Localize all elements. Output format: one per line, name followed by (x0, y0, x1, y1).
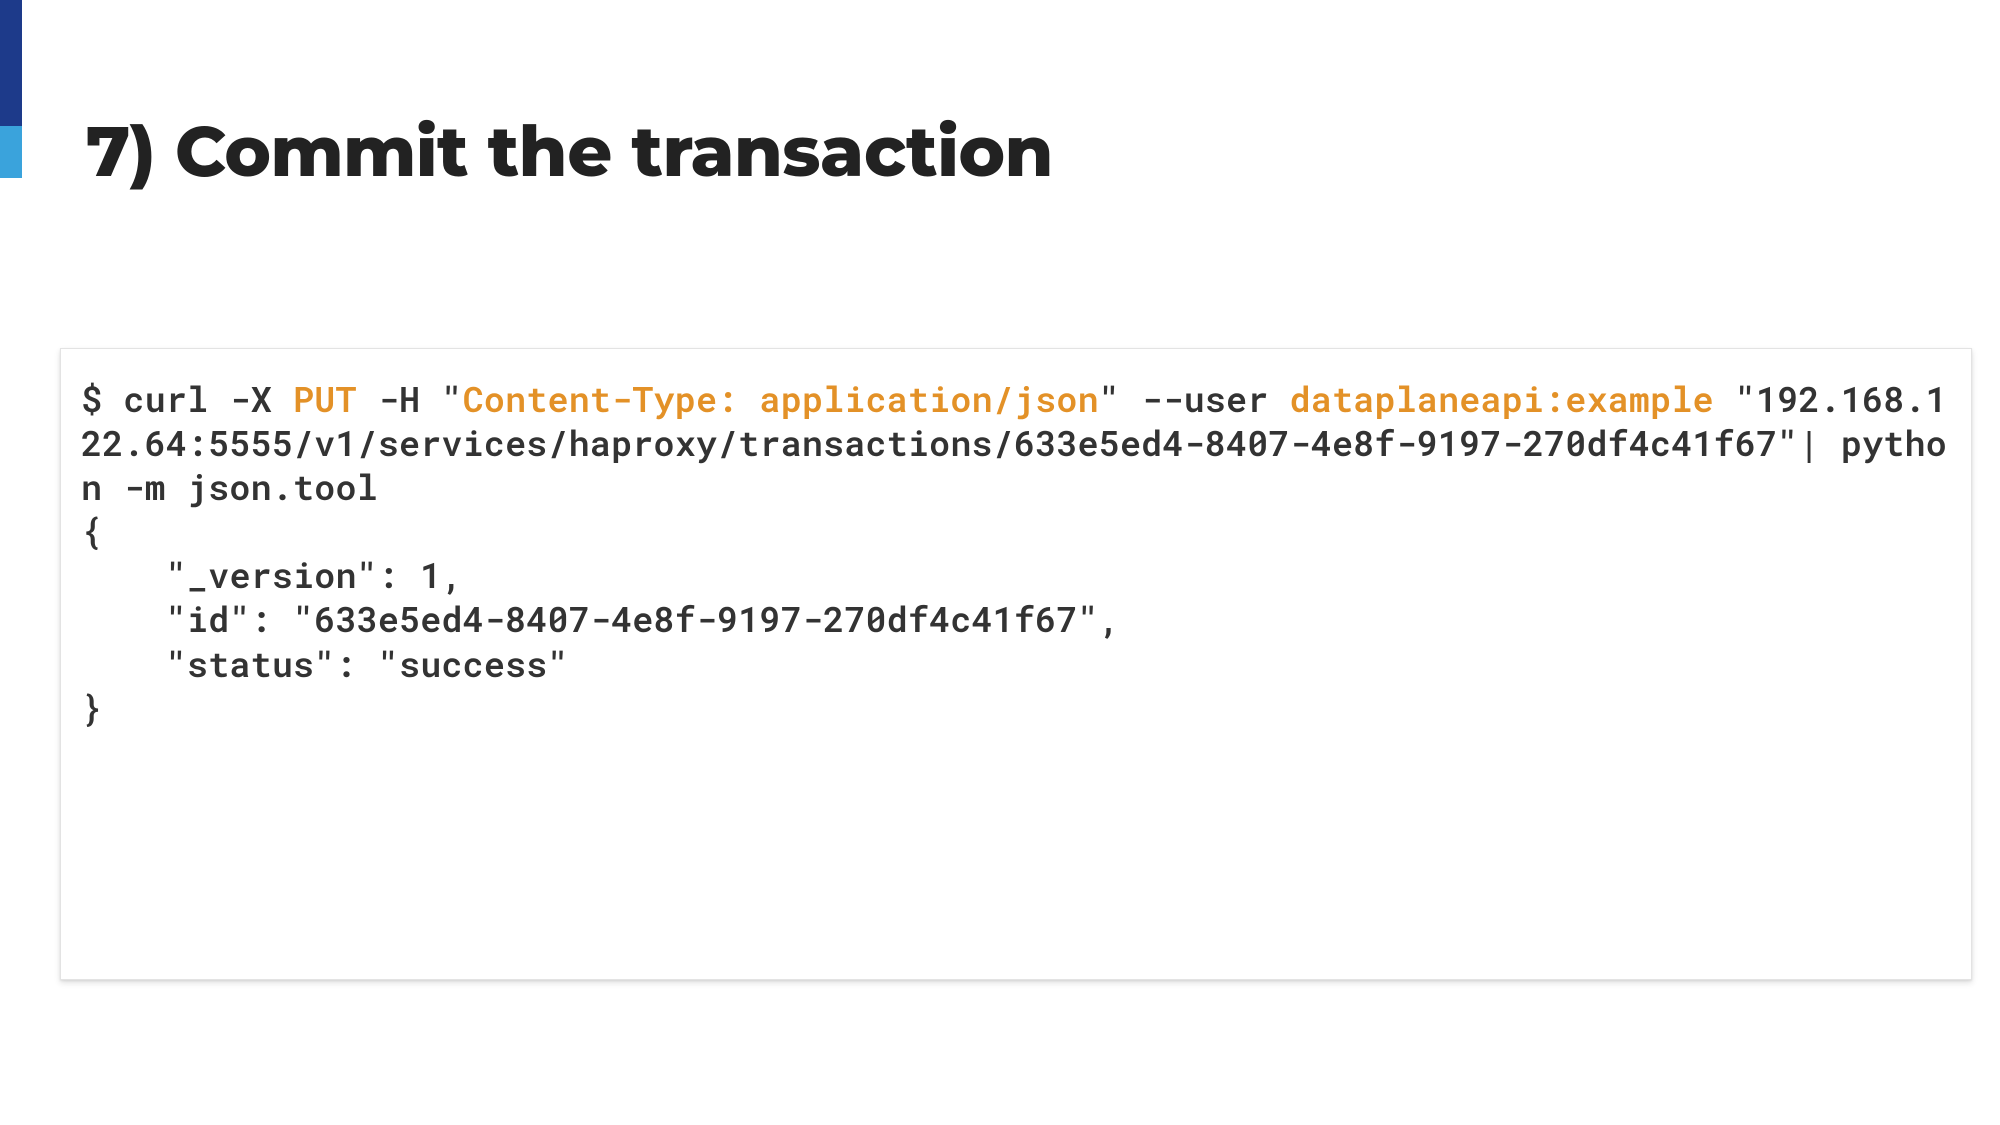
code-highlight-method: PUT (293, 376, 357, 422)
code-output: { "_version": 1, "id": "633e5ed4-8407-4e… (81, 508, 1120, 730)
code-text: " --user (1099, 376, 1290, 422)
accent-bar-light (0, 126, 22, 178)
code-card: $ curl -X PUT -H "Content-Type: applicat… (60, 348, 1972, 980)
code-text: -H " (357, 376, 463, 422)
slide: 7) Commit the transaction $ curl -X PUT … (0, 0, 2000, 1125)
code-highlight-header: Content-Type: application/json (463, 376, 1099, 422)
code-text: $ curl -X (81, 376, 293, 422)
slide-title: 7) Commit the transaction (86, 108, 1053, 194)
code-highlight-credentials: dataplaneapi:example (1290, 376, 1714, 422)
code-block: $ curl -X PUT -H "Content-Type: applicat… (81, 377, 1951, 730)
accent-bar-dark (0, 0, 22, 126)
